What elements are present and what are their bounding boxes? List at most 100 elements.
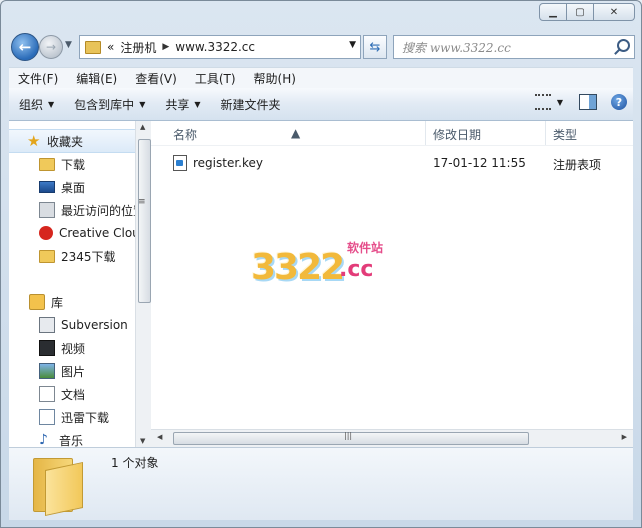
navigation-bar: ← → ▼ « 注册机 ▶ www.3322.cc ▼ ⇆ 搜索 www.332… bbox=[9, 31, 635, 61]
sidebar-favorites[interactable]: ★ 收藏夹 bbox=[9, 129, 135, 153]
sidebar-item-downloads[interactable]: 下载 bbox=[9, 153, 85, 175]
preview-pane-icon[interactable] bbox=[579, 94, 597, 110]
file-row[interactable]: register.key 17-01-12 11:55 注册表项 bbox=[171, 153, 631, 173]
watermark-domain: .cc bbox=[339, 257, 374, 282]
star-icon: ★ bbox=[27, 132, 41, 150]
menu-help[interactable]: 帮助(H) bbox=[245, 70, 305, 87]
include-in-library-label: 包含到库中 bbox=[74, 97, 135, 112]
new-folder-button[interactable]: 新建文件夹 bbox=[211, 96, 291, 113]
sidebar-item-label: 下载 bbox=[61, 157, 86, 172]
sort-ascending-icon: ▲ bbox=[291, 126, 301, 140]
folder-front-shape bbox=[45, 461, 83, 517]
navigation-pane-scrollbar[interactable]: ▲ ≡ ▼ bbox=[135, 121, 152, 447]
refresh-button[interactable]: ⇆ bbox=[363, 35, 387, 59]
subversion-icon bbox=[39, 317, 55, 333]
thunder-download-icon bbox=[39, 409, 55, 425]
sidebar-item-thunder-downloads[interactable]: 迅雷下载 bbox=[9, 406, 109, 428]
sidebar-libraries[interactable]: 库 bbox=[9, 291, 63, 313]
sidebar-item-label: 2345下载 bbox=[61, 249, 116, 264]
view-controls: ▼ ? bbox=[534, 94, 627, 110]
scrollbar-grip-icon: ≡ bbox=[138, 197, 146, 207]
sidebar-item-videos[interactable]: 视频 bbox=[9, 337, 85, 359]
scrollbar-thumb[interactable] bbox=[138, 139, 151, 303]
scroll-down-arrow-icon[interactable]: ▼ bbox=[140, 437, 145, 445]
watermark-number: 3322 bbox=[251, 247, 345, 288]
scroll-left-arrow-icon[interactable]: ◀ bbox=[157, 433, 162, 441]
video-icon bbox=[39, 340, 55, 356]
breadcrumb-keygen[interactable]: 注册机 bbox=[120, 39, 156, 56]
registry-file-icon bbox=[173, 155, 187, 171]
maximize-button[interactable]: ▢ bbox=[567, 3, 594, 21]
horizontal-scrollbar[interactable]: ◀ ||| ▶ bbox=[151, 429, 633, 447]
libraries-icon bbox=[29, 294, 45, 310]
search-placeholder: 搜索 www.3322.cc bbox=[402, 40, 511, 55]
column-header-type[interactable]: 类型 bbox=[553, 126, 577, 143]
file-name: register.key bbox=[193, 156, 263, 170]
menu-bar: 文件(F) 编辑(E) 查看(V) 工具(T) 帮助(H) bbox=[9, 67, 633, 88]
scroll-up-arrow-icon[interactable]: ▲ bbox=[140, 123, 145, 131]
minimize-button[interactable]: ▁ bbox=[539, 3, 567, 21]
sidebar-item-label: 视频 bbox=[61, 341, 86, 356]
column-header-modified[interactable]: 修改日期 bbox=[433, 126, 481, 143]
new-folder-label: 新建文件夹 bbox=[220, 97, 281, 112]
watermark-logo: 软件站 3322 .cc bbox=[251, 239, 401, 289]
sidebar-item-label: 迅雷下载 bbox=[61, 410, 110, 425]
view-options-icon[interactable] bbox=[534, 94, 551, 110]
desktop-icon bbox=[39, 181, 55, 193]
address-bar[interactable]: « 注册机 ▶ www.3322.cc ▼ bbox=[79, 35, 361, 59]
scrollbar-grip-icon: ||| bbox=[344, 431, 353, 440]
sidebar-item-pictures[interactable]: 图片 bbox=[9, 360, 85, 382]
sidebar-item-creative-cloud[interactable]: Creative Cloud bbox=[9, 222, 135, 244]
include-in-library-button[interactable]: 包含到库中 ▼ bbox=[64, 96, 155, 113]
chevron-down-icon[interactable]: ▼ bbox=[557, 98, 563, 107]
menu-file[interactable]: 文件(F) bbox=[9, 70, 67, 87]
address-overflow[interactable]: « bbox=[107, 40, 114, 54]
share-button[interactable]: 共享 ▼ bbox=[155, 96, 210, 113]
search-input[interactable]: 搜索 www.3322.cc bbox=[393, 35, 635, 59]
chevron-down-icon: ▼ bbox=[194, 99, 201, 109]
explorer-window: ▁ ▢ ✕ ← → ▼ « 注册机 ▶ www.3322.cc ▼ ⇆ 搜索 w… bbox=[0, 0, 642, 528]
address-dropdown-icon[interactable]: ▼ bbox=[349, 40, 356, 50]
history-dropdown[interactable]: ▼ bbox=[65, 40, 72, 50]
item-count: 1 个对象 bbox=[111, 456, 159, 470]
breadcrumb-current[interactable]: www.3322.cc bbox=[175, 40, 255, 54]
forward-button[interactable]: → bbox=[39, 35, 63, 59]
breadcrumb-separator-icon[interactable]: ▶ bbox=[162, 42, 169, 52]
menu-tools[interactable]: 工具(T) bbox=[186, 70, 245, 87]
recent-places-icon bbox=[39, 202, 55, 218]
folder-icon bbox=[85, 40, 101, 54]
column-divider[interactable] bbox=[545, 121, 546, 145]
file-list: ▲ 名称 修改日期 类型 register.key 17-01-12 11:55… bbox=[151, 121, 633, 447]
help-icon[interactable]: ? bbox=[611, 94, 627, 110]
sidebar-item-music[interactable]: ♪ 音乐 bbox=[9, 429, 83, 447]
scroll-right-arrow-icon[interactable]: ▶ bbox=[622, 433, 627, 441]
menu-view[interactable]: 查看(V) bbox=[126, 70, 186, 87]
sidebar-item-documents[interactable]: 文档 bbox=[9, 383, 85, 405]
sidebar-item-subversion[interactable]: Subversion bbox=[9, 314, 128, 336]
back-arrow-icon: ← bbox=[18, 38, 32, 56]
sidebar-item-label: 音乐 bbox=[59, 433, 84, 448]
creative-cloud-icon bbox=[39, 226, 53, 240]
sidebar-item-label: 图片 bbox=[61, 364, 86, 379]
sidebar-item-label: 桌面 bbox=[61, 180, 86, 195]
folder-icon bbox=[39, 249, 55, 263]
back-button[interactable]: ← bbox=[11, 33, 39, 61]
sidebar-item-2345-downloads[interactable]: 2345下载 bbox=[9, 245, 116, 267]
column-header-name[interactable]: 名称 bbox=[173, 126, 197, 143]
search-icon[interactable] bbox=[617, 39, 630, 52]
organize-label: 组织 bbox=[19, 97, 44, 112]
caption-buttons: ▁ ▢ ✕ bbox=[539, 3, 635, 21]
navigation-pane: ★ 收藏夹 下载 桌面 最近访问的位置 Creative Cloud 2345下载… bbox=[9, 121, 135, 447]
sidebar-item-label: Creative Cloud bbox=[59, 226, 135, 240]
music-note-icon: ♪ bbox=[39, 432, 48, 447]
file-type: 注册表项 bbox=[553, 158, 602, 172]
column-divider[interactable] bbox=[425, 121, 426, 145]
organize-button[interactable]: 组织 ▼ bbox=[9, 96, 64, 113]
downloads-folder-icon bbox=[39, 157, 55, 171]
close-button[interactable]: ✕ bbox=[594, 3, 635, 21]
sidebar-item-recent[interactable]: 最近访问的位置 bbox=[9, 199, 135, 221]
menu-edit[interactable]: 编辑(E) bbox=[67, 70, 126, 87]
chevron-down-icon: ▼ bbox=[139, 99, 146, 109]
chevron-down-icon: ▼ bbox=[48, 99, 55, 109]
sidebar-item-desktop[interactable]: 桌面 bbox=[9, 176, 85, 198]
